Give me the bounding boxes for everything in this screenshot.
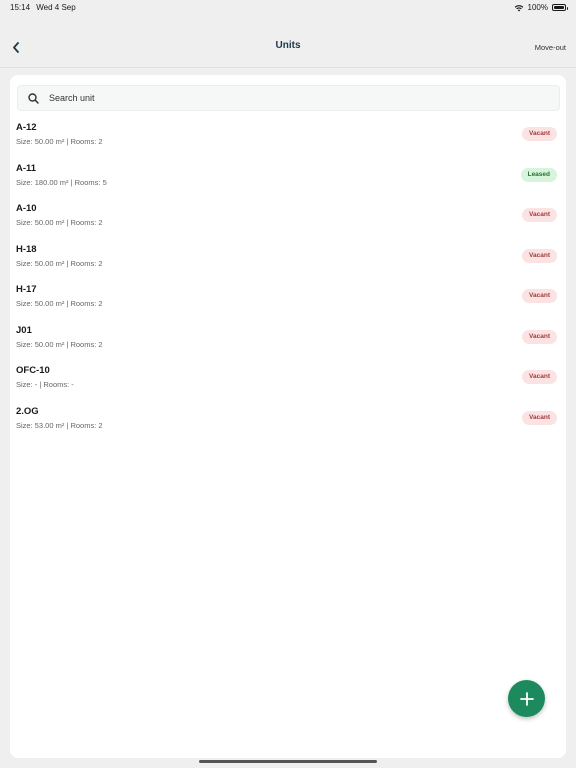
battery-percent: 100% [527,3,548,12]
status-badge: Vacant [522,410,557,425]
unit-details: Size: 50.00 m² | Rooms: 2 [16,299,103,308]
status-date: Wed 4 Sep [36,3,76,12]
unit-details: Size: 50.00 m² | Rooms: 2 [16,218,103,227]
status-badge: Vacant [522,289,557,303]
unit-row[interactable]: A-11 Size: 180.00 m² | Rooms: 5 Leased [10,160,566,201]
unit-details: Size: 50.00 m² | Rooms: 2 [16,339,103,349]
unit-row[interactable]: H-18 Size: 50.00 m² | Rooms: 2 Vacant [10,241,566,282]
unit-name: 2.OG [16,405,39,417]
unit-name: H-17 [16,284,37,295]
unit-name: A-12 [16,122,37,133]
wifi-icon [514,4,523,11]
status-right: 100% [514,3,568,12]
unit-details: Size: - | Rooms: - [16,380,74,389]
unit-name: H-18 [16,243,37,255]
nav-bar: Units Move-out [0,27,576,68]
page-title: Units [275,40,301,51]
status-bar: 15:14 Wed 4 Sep 100% [0,0,576,27]
add-unit-button[interactable] [508,680,545,717]
unit-list: A-12 Size: 50.00 m² | Rooms: 2 Vacant A-11 S… [10,119,566,443]
unit-details: Size: 180.00 m² | Rooms: 5 [16,177,107,187]
unit-row[interactable]: H-17 Size: 50.00 m² | Rooms: 2 Vacant [10,281,566,322]
battery-icon [552,4,568,11]
status-badge: Vacant [522,370,557,384]
unit-name: A-11 [16,162,37,174]
status-left: 15:14 Wed 4 Sep [10,3,80,12]
status-badge: Vacant [522,248,557,263]
status-badge: Leased [520,167,557,182]
unit-name: OFC-10 [16,365,50,376]
unit-row[interactable]: J01 Size: 50.00 m² | Rooms: 2 Vacant [10,322,566,363]
search-bar[interactable] [17,85,560,111]
status-time: 15:14 [10,3,31,12]
unit-name: J01 [16,324,32,336]
search-icon [28,92,39,104]
units-card: A-12 Size: 50.00 m² | Rooms: 2 Vacant A-11 S… [10,75,566,758]
unit-name: A-10 [16,203,37,214]
home-indicator [199,760,377,763]
status-badge: Vacant [522,329,557,344]
plus-icon [519,691,534,706]
unit-row[interactable]: 2.OG Size: 53.00 m² | Rooms: 2 Vacant [10,403,566,444]
move-out-button[interactable]: Move-out [535,43,566,52]
unit-row[interactable]: OFC-10 Size: - | Rooms: - Vacant [10,362,566,403]
unit-row[interactable]: A-12 Size: 50.00 m² | Rooms: 2 Vacant [10,119,566,160]
unit-details: Size: 50.00 m² | Rooms: 2 [16,258,103,268]
unit-details: Size: 50.00 m² | Rooms: 2 [16,137,103,146]
status-badge: Vacant [522,208,557,222]
unit-row[interactable]: A-10 Size: 50.00 m² | Rooms: 2 Vacant [10,200,566,241]
unit-details: Size: 53.00 m² | Rooms: 2 [16,420,103,430]
search-input[interactable] [49,93,529,103]
status-badge: Vacant [522,127,557,141]
